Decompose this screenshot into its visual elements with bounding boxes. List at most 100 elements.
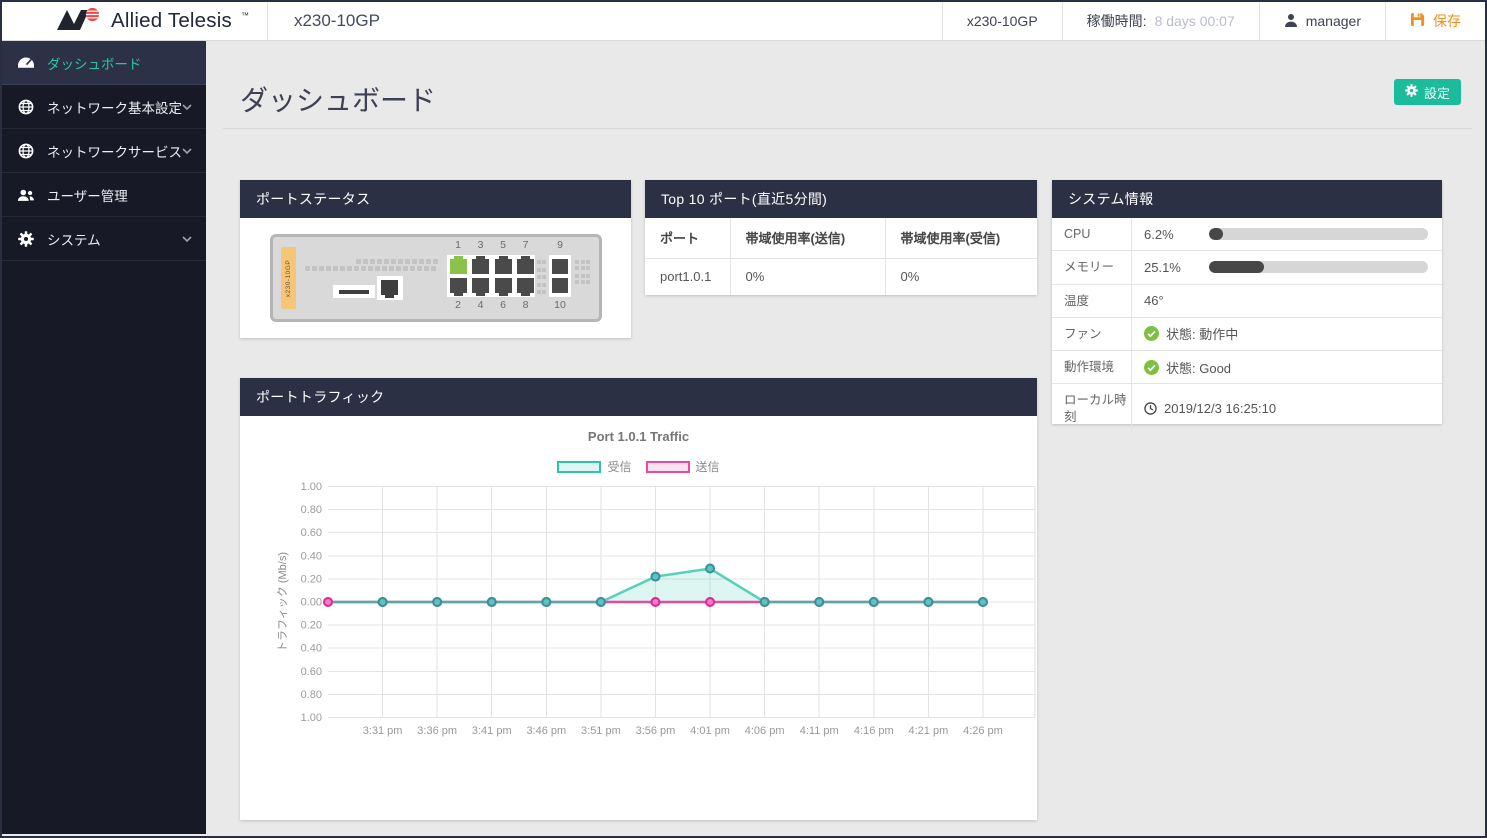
- x-tick-label: 4:26 pm: [963, 725, 1003, 737]
- mgmt-port: [381, 280, 398, 295]
- sidebar-item-network-basic-settings[interactable]: ネットワーク基本設定: [2, 85, 206, 129]
- port-status-card: ポートステータス x230-10GP12345678910: [240, 180, 631, 338]
- port-number-3: 3: [471, 239, 491, 251]
- app-root: Allied Telesis ™ x230-10GP x230-10GP 稼働時…: [0, 0, 1487, 838]
- sidebar-item-network-services[interactable]: ネットワークサービス: [2, 129, 206, 173]
- vent-square: [403, 266, 408, 271]
- vent-square: [391, 259, 396, 264]
- indicator-square: [575, 280, 579, 284]
- x-tick-label: 3:31 pm: [363, 725, 403, 737]
- indicator-square: [575, 266, 579, 270]
- usage-bar: [1209, 261, 1428, 273]
- top10-card-header: Top 10 ポート(直近5分間): [645, 180, 1037, 218]
- port-number-1: 1: [448, 239, 468, 251]
- vent-square: [389, 266, 394, 271]
- gear-icon: [16, 231, 36, 247]
- system-info-row: 動作環境状態: Good: [1052, 351, 1442, 384]
- led-square: [537, 283, 541, 287]
- indicator-square: [581, 280, 585, 284]
- sidebar-nav: ダッシュボードネットワーク基本設定ネットワークサービスユーザー管理システム: [2, 41, 206, 834]
- globe-icon: [16, 143, 36, 159]
- system-info-row: 温度 46°: [1052, 285, 1442, 318]
- sidebar-item-label: システム: [47, 229, 182, 249]
- marker-rx: [542, 598, 550, 606]
- system-info-row: ローカル時刻 2019/12/3 16:25:10: [1052, 384, 1442, 433]
- sidebar-item-user-management[interactable]: ユーザー管理: [2, 173, 206, 217]
- marker-rx: [815, 598, 823, 606]
- marker-rx: [924, 598, 932, 606]
- save-button[interactable]: 保存: [1385, 2, 1485, 40]
- system-info-value: 2019/12/3 16:25:10: [1164, 401, 1276, 416]
- top10-column-header: ポート: [645, 218, 730, 258]
- indicator-square: [586, 260, 590, 264]
- y-tick-label: 0.80: [301, 504, 322, 516]
- top10-cell: 0%: [730, 258, 885, 295]
- clock-icon: [1144, 402, 1157, 415]
- port-status-card-body: x230-10GP12345678910: [240, 218, 631, 338]
- system-info-label: 温度: [1052, 285, 1132, 317]
- sidebar-item-system[interactable]: システム: [2, 217, 206, 261]
- port-traffic-card: ポートトラフィック Port 1.0.1 Traffic 受信送信 1.000.…: [240, 378, 1037, 820]
- header-device-title: x230-10GP: [267, 2, 406, 40]
- user-menu[interactable]: manager: [1259, 2, 1385, 40]
- sidebar-item-label: ユーザー管理: [47, 185, 192, 205]
- vent-square: [431, 266, 436, 271]
- settings-button-label: 設定: [1424, 83, 1450, 102]
- marker-rx: [597, 598, 605, 606]
- settings-button[interactable]: 設定: [1394, 79, 1461, 105]
- vent-square: [356, 259, 361, 264]
- port-number-7: 7: [516, 239, 536, 251]
- y-tick-label: 1.00: [301, 712, 322, 724]
- x-tick-label: 3:41 pm: [472, 725, 512, 737]
- led-square: [542, 290, 546, 294]
- indicator-square: [581, 266, 585, 270]
- title-divider: [223, 128, 1472, 129]
- check-icon: [1144, 360, 1159, 375]
- indicator-square: [581, 274, 585, 278]
- y-tick-label: 0.60: [301, 666, 322, 678]
- marker-rx: [870, 598, 878, 606]
- top10-column-header: 帯域使用率(受信): [885, 218, 1037, 258]
- indicator-square: [581, 260, 585, 264]
- indicator-square: [575, 274, 579, 278]
- gear-icon: [1405, 84, 1418, 100]
- vent-square: [368, 266, 373, 271]
- marker-tx: [324, 598, 332, 606]
- vent-square: [396, 266, 401, 271]
- vent-square: [377, 259, 382, 264]
- brand-logo: Allied Telesis ™: [56, 2, 267, 40]
- system-info-value: 46°: [1144, 293, 1164, 308]
- y-tick-label: 0.80: [301, 689, 322, 701]
- y-tick-label: 0.00: [301, 597, 322, 609]
- sidebar-item-dashboard[interactable]: ダッシュボード: [2, 41, 206, 85]
- vent-square: [333, 266, 338, 271]
- vent-square: [424, 266, 429, 271]
- led-square: [542, 260, 546, 264]
- indicator-square: [586, 274, 590, 278]
- marker-rx: [979, 598, 987, 606]
- page-title: ダッシュボード: [240, 79, 436, 119]
- vent-square: [426, 259, 431, 264]
- trademark: ™: [241, 11, 249, 20]
- chevron-down-icon: [182, 148, 192, 154]
- sidebar-item-label: ネットワークサービス: [47, 141, 182, 161]
- sidebar-item-label: ダッシュボード: [47, 53, 192, 73]
- uptime-section: 稼働時間: 8 days 00:07: [1062, 2, 1259, 40]
- system-info-label: ファン: [1052, 318, 1132, 350]
- y-tick-label: 1.00: [301, 481, 322, 493]
- traffic-chart: Port 1.0.1 Traffic 受信送信 1.000.800.600.40…: [240, 416, 1037, 820]
- port-number-8: 8: [516, 299, 536, 311]
- led-square: [537, 260, 541, 264]
- marker-rx: [488, 598, 496, 606]
- port-number-9: 9: [550, 239, 570, 251]
- top10-cell: port1.0.1: [645, 258, 730, 295]
- port-status-card-header: ポートステータス: [240, 180, 631, 218]
- system-info-label: ローカル時刻: [1052, 384, 1132, 433]
- system-info-card-header: システム情報: [1052, 180, 1442, 218]
- indicator-square: [575, 260, 579, 264]
- marker-tx: [706, 598, 714, 606]
- system-info-value: 25.1%: [1144, 260, 1188, 275]
- vent-square: [363, 259, 368, 264]
- uptime-label: 稼働時間:: [1087, 11, 1147, 31]
- vent-square: [384, 259, 389, 264]
